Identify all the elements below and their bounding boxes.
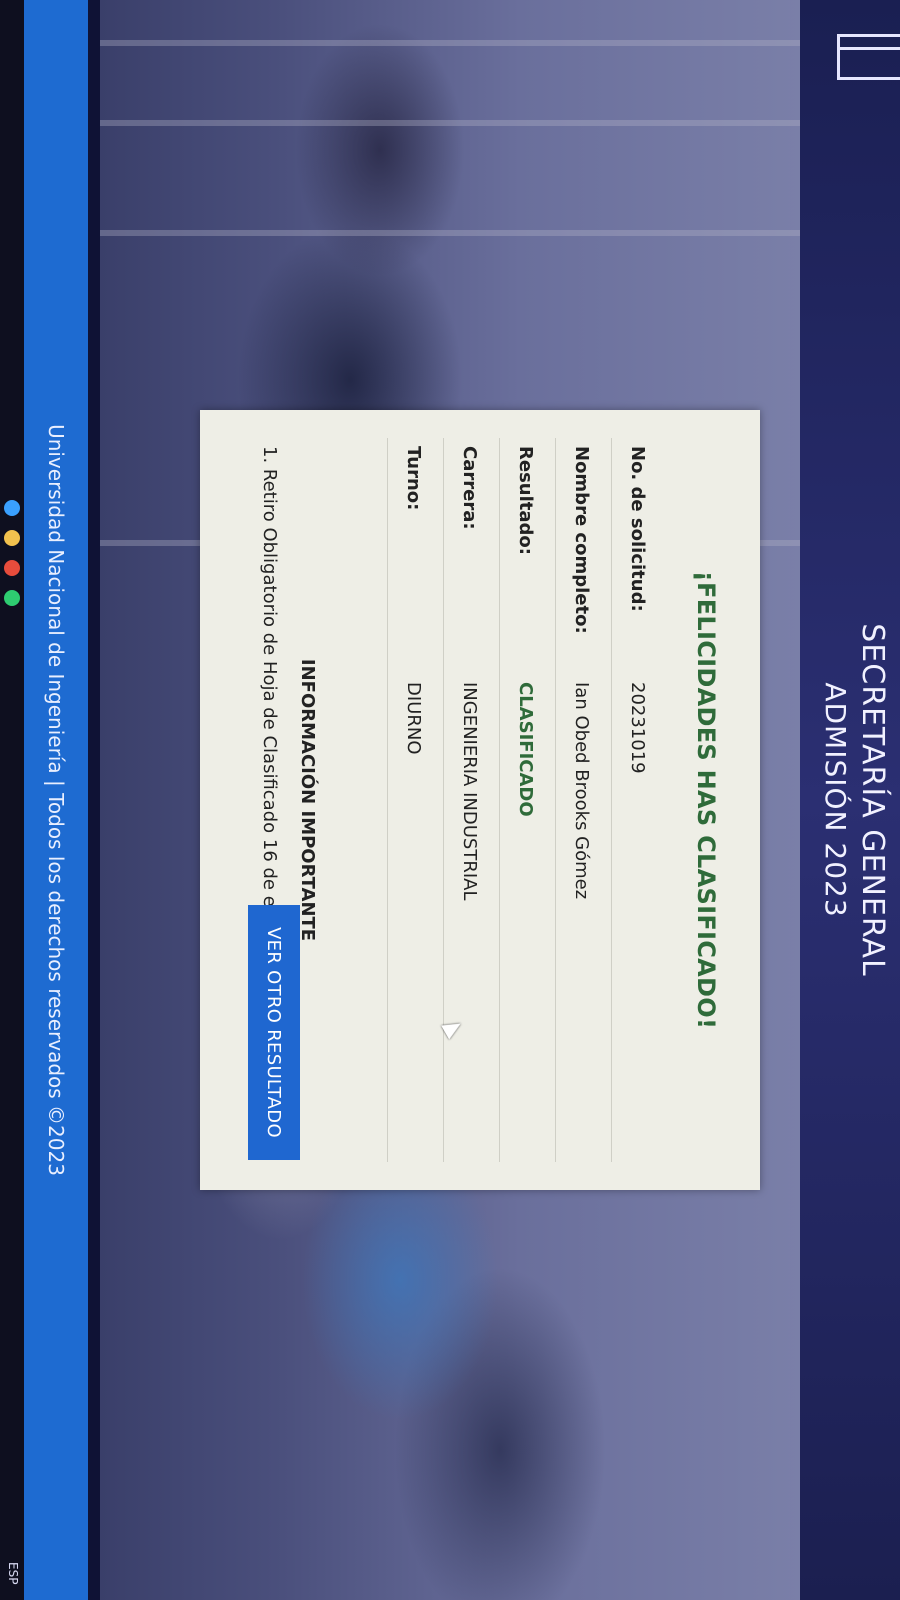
app-icon[interactable]: [4, 590, 20, 606]
result-card: ¡FELICIDADES HAS CLASIFICADO! No. de sol…: [200, 410, 760, 1190]
site-footer: Universidad Nacional de Ingeniería | Tod…: [24, 0, 88, 1600]
field-row-solicitud: No. de solicitud: 20231019: [612, 446, 664, 1154]
os-taskbar: ESP: [0, 0, 24, 1600]
field-value: DIURNO: [403, 682, 424, 755]
site-header: SECRETARÍA GENERAL ADMISIÓN 2023: [800, 0, 900, 1600]
app-icon[interactable]: [4, 500, 20, 516]
field-row-carrera: Carrera: INGENIERIA INDUSTRIAL: [444, 446, 496, 1154]
field-label: Turno:: [403, 446, 424, 511]
field-value: INGENIERIA INDUSTRIAL: [459, 682, 480, 901]
field-value: 20231019: [627, 682, 648, 774]
field-row-nombre: Nombre completo: Ian Obed Brooks Gómez: [556, 446, 608, 1154]
folder-icon[interactable]: [4, 530, 20, 546]
field-label: No. de solicitud:: [627, 446, 648, 612]
field-row-turno: Turno: DIURNO: [388, 446, 440, 1154]
result-status-value: CLASIFICADO: [515, 682, 536, 817]
browser-icon[interactable]: [4, 560, 20, 576]
language-indicator[interactable]: ESP: [6, 1562, 20, 1584]
info-title: INFORMACIÓN IMPORTANTE: [297, 658, 318, 942]
ver-otro-resultado-button[interactable]: VER OTRO RESULTADO: [248, 905, 300, 1160]
header-title: SECRETARÍA GENERAL: [855, 623, 890, 977]
field-row-resultado: Resultado: CLASIFICADO: [500, 446, 552, 1154]
field-label: Nombre completo:: [571, 446, 592, 634]
field-label: Carrera:: [459, 446, 480, 530]
field-label: Resultado:: [515, 446, 536, 555]
field-value: Ian Obed Brooks Gómez: [571, 682, 592, 900]
header-subtitle: ADMISIÓN 2023: [819, 682, 852, 918]
result-title: ¡FELICIDADES HAS CLASIFICADO!: [692, 570, 720, 1030]
browser-page: SECRETARÍA GENERAL ADMISIÓN 2023 ¡FELICI…: [0, 0, 900, 1600]
